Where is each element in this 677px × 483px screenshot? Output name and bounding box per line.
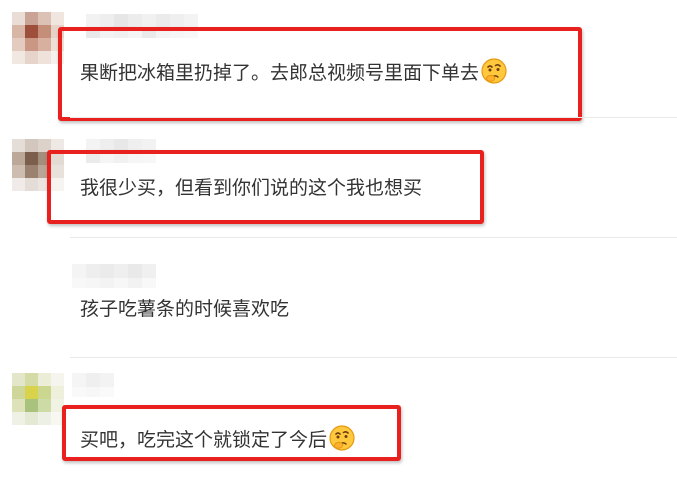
divider: [70, 357, 677, 358]
avatar[interactable]: [12, 12, 64, 64]
user-name-blurred[interactable]: [72, 373, 114, 397]
highlight-box: [62, 405, 401, 461]
divider: [70, 117, 677, 118]
user-name-blurred[interactable]: [72, 264, 156, 288]
highlight-box: [58, 27, 582, 121]
comment-feed: 果断把冰箱里扔掉了。去郎总视频号里面下单去 我很少买，但看到你们说的这个我也想买: [0, 0, 677, 483]
comment-content: 孩子吃薯条的时候喜欢吃: [80, 298, 290, 320]
highlight-box: [47, 150, 484, 224]
divider: [70, 237, 677, 238]
avatar[interactable]: [12, 373, 64, 425]
comment-text: 孩子吃薯条的时候喜欢吃: [80, 297, 289, 321]
